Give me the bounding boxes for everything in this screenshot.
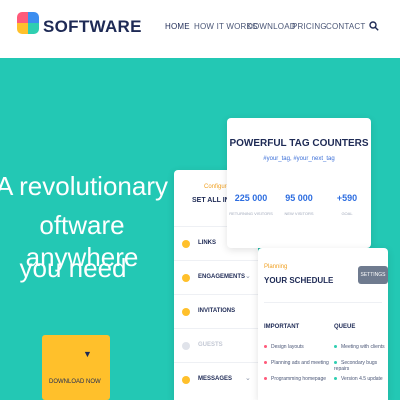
nav-download[interactable]: DOWNLOAD (247, 22, 296, 31)
task-label: Design layouts (271, 344, 304, 350)
hero-headline-line-1: A revolutionary (0, 171, 168, 201)
menu-item-messages[interactable]: MESSAGES ⌄ (174, 362, 258, 396)
stat-returning-visitors-value: 225 000 (234, 193, 268, 203)
stat-goal-value: +590 (336, 193, 358, 203)
task-label: Version 4.5 update (341, 376, 383, 382)
menu-item-label: ENGAGEMENTS (198, 274, 246, 280)
task-item[interactable]: Programming homepage (264, 376, 326, 382)
tag-counters-card: POWERFUL TAG COUNTERS #your_tag, #your_n… (227, 118, 371, 248)
important-column-header: IMPORTANT (264, 324, 300, 330)
counters-title: POWERFUL TAG COUNTERS (229, 138, 369, 149)
chevron-down-icon[interactable]: ⌄ (245, 374, 251, 382)
stat-new-visitors-value: 95 000 (285, 193, 313, 203)
hero-headline-line-3: you need (19, 253, 127, 283)
counters-tags[interactable]: #your_tag, #your_next_tag (227, 156, 371, 162)
stat-returning-visitors-caption: RETURNING VISITORS (229, 211, 273, 216)
menu-item-engagements[interactable]: ENGAGEMENTS ⌄ (174, 260, 258, 294)
links-status-icon (182, 240, 190, 248)
task-item[interactable]: Meeting with clients (334, 344, 385, 350)
task-label: Secondary bugs repairs (334, 360, 378, 372)
download-now-label: DOWNLOAD NOW (49, 379, 101, 385)
task-label: Planning ads and meeting (271, 360, 329, 366)
menu-item-label: LINKS (198, 240, 216, 246)
nav-contact[interactable]: CONTACT (326, 22, 365, 31)
nav-home[interactable]: HOME (165, 22, 190, 31)
menu-item-guests[interactable]: GUESTS (174, 328, 258, 362)
task-label: Meeting with clients (341, 344, 385, 350)
task-item[interactable]: Planning ads and meeting (264, 360, 329, 366)
bullet-icon (334, 361, 337, 365)
bullet-icon (264, 377, 267, 381)
invitations-status-icon (182, 308, 190, 316)
stat-new-visitors-caption: NEW VISITORS (284, 211, 314, 216)
settings-button[interactable]: SETTINGS (358, 266, 388, 284)
bullet-icon (334, 345, 337, 349)
top-navbar: SOFTWARE HOME HOW IT WORKS DOWNLOAD PRIC… (0, 0, 400, 58)
schedule-title: YOUR SCHEDULE (264, 276, 334, 285)
logo-icon[interactable] (17, 12, 39, 34)
download-now-button[interactable]: ▼ DOWNLOAD NOW (42, 335, 110, 400)
bullet-icon (334, 377, 337, 381)
queue-column-header: QUEUE (334, 324, 356, 330)
task-label: Programming homepage (271, 376, 327, 382)
menu-item-label: INVITATIONS (198, 308, 236, 314)
task-item[interactable]: Design layouts (264, 344, 304, 350)
schedule-card: Planning YOUR SCHEDULE SETTINGS IMPORTAN… (258, 248, 388, 400)
nav-pricing[interactable]: PRICING (292, 22, 327, 31)
download-arrow-icon: ▼ (83, 349, 92, 359)
bullet-icon (264, 345, 267, 349)
chevron-down-icon[interactable]: ⌄ (245, 272, 251, 280)
schedule-divider (264, 302, 382, 303)
menu-item-invitations[interactable]: INVITATIONS (174, 294, 258, 328)
bullet-icon (264, 361, 267, 365)
guests-status-icon (182, 342, 190, 350)
brand-name[interactable]: SOFTWARE (43, 17, 142, 37)
engagements-status-icon (182, 274, 190, 282)
stat-goal-caption: GOAL (341, 211, 353, 216)
messages-status-icon (182, 376, 190, 384)
menu-item-label: GUESTS (198, 342, 223, 348)
task-item[interactable]: Secondary bugs repairs (334, 360, 388, 372)
menu-item-label: MESSAGES (198, 376, 233, 382)
schedule-kicker: Planning (264, 264, 288, 270)
task-item[interactable]: Version 4.5 update (334, 376, 383, 382)
search-icon[interactable] (369, 21, 379, 31)
